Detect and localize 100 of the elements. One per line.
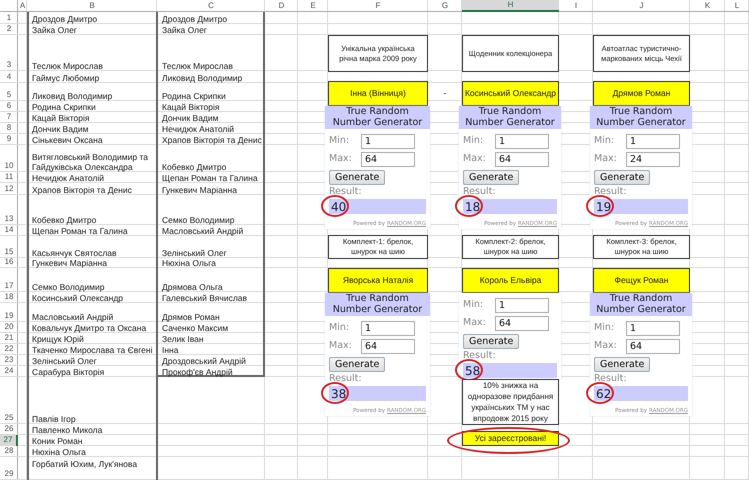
row-header[interactable]: 28 — [0, 446, 18, 457]
table-cell[interactable]: Дрямова Ольга — [159, 282, 223, 292]
table-cell[interactable]: Масловський Андрій — [159, 226, 244, 236]
row-header[interactable]: 14 — [0, 225, 18, 236]
table-cell[interactable]: Горбатий Юхим, Лук'янова — [29, 459, 138, 469]
table-cell[interactable]: Храпов Вікторія та Денис — [159, 135, 262, 145]
table-cell[interactable]: Зелінський Олег — [29, 356, 97, 366]
column-header[interactable]: J — [593, 0, 690, 12]
table-cell[interactable]: Гункевич Маріанна — [29, 258, 107, 268]
table-cell[interactable]: Масловський Андрій — [29, 312, 114, 322]
table-cell[interactable]: Галевський Вячислав — [159, 293, 248, 303]
min-field[interactable]: 1 — [361, 321, 415, 336]
table-cell[interactable]: Ткаченко Мирослава та Євгені — [29, 345, 152, 355]
column-header[interactable]: I — [559, 0, 593, 12]
max-field[interactable]: 64 — [361, 152, 415, 167]
min-field[interactable]: 1 — [495, 298, 549, 313]
table-cell[interactable]: Дончик Вадим — [29, 124, 88, 134]
table-cell[interactable]: Кобевко Дмитро — [29, 215, 96, 225]
row-header[interactable]: 8 — [0, 123, 18, 134]
row-header[interactable]: 3 — [0, 35, 18, 71]
table-cell[interactable]: Павленко Микола — [29, 425, 102, 435]
min-field[interactable]: 1 — [495, 134, 549, 149]
row-header[interactable]: 6 — [0, 101, 18, 112]
row-header[interactable]: 2 — [0, 24, 18, 35]
row-header[interactable]: 15 — [0, 236, 18, 258]
generate-button[interactable]: Generate — [594, 357, 650, 372]
row-header[interactable]: 7 — [0, 112, 18, 123]
table-cell[interactable]: Дончик Вадим — [159, 113, 218, 123]
min-field[interactable]: 1 — [361, 134, 415, 149]
table-cell[interactable]: Косинський Олександр — [29, 293, 124, 303]
row-header[interactable]: 23 — [0, 355, 18, 366]
table-cell[interactable]: Теслюк Мирослав — [159, 61, 233, 71]
generate-button[interactable]: Generate — [329, 357, 386, 372]
table-cell[interactable]: Кацай Вікторія — [29, 113, 90, 123]
table-cell[interactable]: Зайка Олег — [159, 25, 207, 35]
table-cell[interactable]: Щепан Роман та Галина — [29, 226, 128, 236]
row-header[interactable]: 4 — [0, 71, 18, 83]
table-cell[interactable]: Нечидюк Анатолій — [159, 124, 234, 134]
row-header[interactable]: 29 — [0, 457, 18, 480]
table-cell[interactable]: Зайка Олег — [29, 25, 77, 35]
table-cell[interactable]: Витягловський Володимир та Гайдуківська Олександра — [29, 152, 155, 172]
table-cell[interactable]: Дроздовський Андрій — [159, 356, 246, 366]
table-cell[interactable]: Нюхіна Ольга — [29, 447, 86, 457]
table-cell[interactable]: Зелик Іван — [159, 334, 204, 344]
table-cell[interactable]: Кобевко Дмитро — [159, 162, 226, 172]
table-cell[interactable]: Зелінський Олег — [159, 248, 227, 258]
max-field[interactable]: 64 — [495, 152, 549, 167]
table-cell[interactable]: Ковальчук Дмитро та Оксана — [29, 323, 146, 333]
row-header[interactable]: 19 — [0, 303, 18, 322]
table-cell[interactable]: Семко Володимир — [29, 282, 104, 292]
column-header[interactable]: F — [328, 0, 428, 12]
table-cell[interactable]: Теслюк Мирослав — [29, 61, 103, 71]
column-header[interactable]: H — [462, 0, 559, 12]
max-field[interactable]: 64 — [361, 339, 415, 354]
column-header[interactable]: D — [265, 0, 298, 12]
row-header[interactable]: 1 — [0, 12, 18, 24]
row-header[interactable]: 22 — [0, 344, 18, 355]
table-cell[interactable]: Кацай Вікторія — [159, 102, 220, 112]
column-header[interactable]: K — [690, 0, 725, 12]
min-field[interactable]: 1 — [626, 321, 680, 336]
table-cell[interactable]: Дроздов Дмитро — [159, 14, 228, 24]
table-cell[interactable]: Храпов Вікторія та Денис — [29, 185, 132, 195]
row-header[interactable]: 11 — [0, 172, 18, 183]
row-header[interactable]: 12 — [0, 183, 18, 195]
column-header[interactable]: L — [725, 0, 749, 12]
max-field[interactable]: 64 — [495, 316, 549, 331]
row-header[interactable]: 16 — [0, 258, 18, 268]
column-header[interactable]: C — [157, 0, 265, 12]
table-cell[interactable]: Інна — [159, 345, 178, 355]
table-cell[interactable]: Семко Володимир — [159, 215, 234, 225]
row-header[interactable]: 10 — [0, 145, 18, 172]
table-cell[interactable]: Гаймус Любомир — [29, 73, 100, 83]
max-field[interactable]: 64 — [626, 339, 680, 354]
min-field[interactable]: 1 — [626, 134, 680, 149]
table-cell[interactable]: Ликовид Володимир — [29, 91, 112, 101]
column-header[interactable]: G — [428, 0, 462, 12]
table-cell[interactable]: Родина Скрипки — [159, 91, 226, 101]
table-cell[interactable]: Касьянчук Святослав — [29, 248, 117, 258]
row-header[interactable]: 17 — [0, 268, 18, 292]
row-header[interactable]: 25 — [0, 377, 18, 424]
column-header[interactable]: A — [18, 0, 27, 12]
column-header[interactable]: E — [298, 0, 328, 12]
table-cell[interactable]: Родина Скрипки — [29, 102, 96, 112]
table-cell[interactable]: Сарабура Вікторія — [29, 367, 104, 377]
table-cell[interactable]: Дрямов Роман — [159, 312, 220, 322]
table-cell[interactable]: Коник Роман — [29, 436, 82, 446]
generate-button[interactable]: Generate — [463, 334, 520, 349]
row-header[interactable]: 26 — [0, 424, 18, 435]
table-cell[interactable]: Гункевич Маріанна — [159, 185, 237, 195]
table-cell[interactable]: Нечидюк Анатолій — [29, 173, 104, 183]
row-header[interactable]: 18 — [0, 292, 18, 303]
generate-button[interactable]: Generate — [463, 170, 520, 185]
generate-button[interactable]: Generate — [594, 170, 650, 185]
column-header[interactable]: B — [27, 0, 157, 12]
table-cell[interactable]: Крищук Юрій — [29, 334, 84, 344]
table-cell[interactable]: Нюхіна Ольга — [159, 258, 216, 268]
row-header[interactable]: 24 — [0, 366, 18, 377]
row-header[interactable]: 20 — [0, 322, 18, 333]
table-cell[interactable]: Щепан Роман та Галина — [159, 173, 258, 183]
row-header[interactable]: 21 — [0, 333, 18, 344]
